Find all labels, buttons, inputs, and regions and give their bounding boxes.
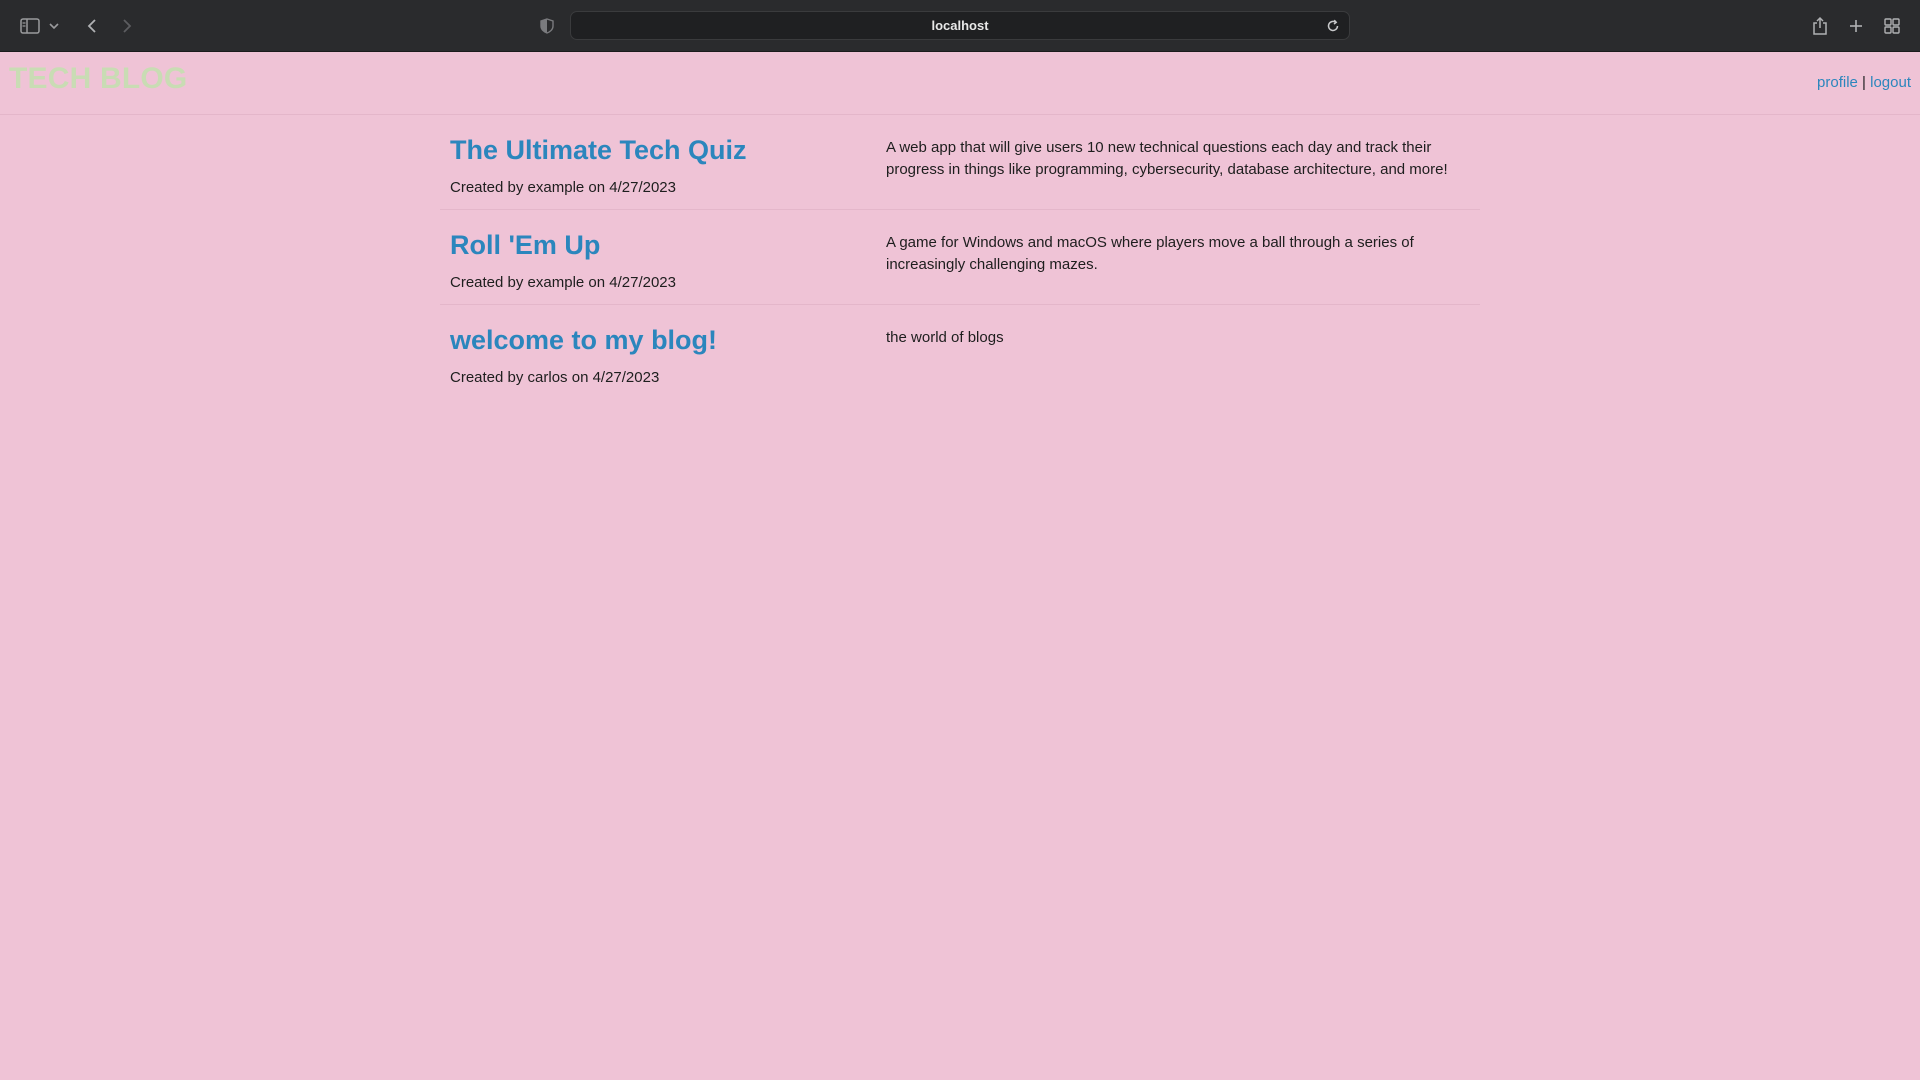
shield-icon[interactable] xyxy=(535,14,559,38)
post-title[interactable]: welcome to my blog! xyxy=(450,325,717,356)
chevron-down-icon[interactable] xyxy=(47,14,61,38)
nav-separator: | xyxy=(1862,74,1866,91)
post-description: A web app that will give users 10 new te… xyxy=(886,139,1448,178)
browser-toolbar: localhost xyxy=(0,0,1920,52)
share-icon[interactable] xyxy=(1808,14,1832,38)
post-title[interactable]: The Ultimate Tech Quiz xyxy=(450,135,747,166)
logout-link[interactable]: logout xyxy=(1870,74,1911,91)
new-tab-icon[interactable] xyxy=(1844,14,1868,38)
site-logo[interactable]: TECH BLOG xyxy=(9,62,187,96)
reload-icon[interactable] xyxy=(1323,16,1343,36)
post-meta: Created by example on 4/27/2023 xyxy=(450,274,676,291)
post-item: Roll 'Em Up Created by example on 4/27/2… xyxy=(440,210,1480,305)
profile-link[interactable]: profile xyxy=(1817,74,1858,91)
tab-overview-icon[interactable] xyxy=(1880,14,1904,38)
header-nav: profile | logout xyxy=(1817,74,1911,91)
address-bar[interactable]: localhost xyxy=(570,11,1350,40)
post-item: The Ultimate Tech Quiz Created by exampl… xyxy=(440,115,1480,210)
post-meta: Created by example on 4/27/2023 xyxy=(450,179,676,196)
forward-icon[interactable] xyxy=(115,14,139,38)
site-header: TECH BLOG profile | logout xyxy=(0,52,1920,115)
post-meta: Created by carlos on 4/27/2023 xyxy=(450,369,660,386)
post-description: A game for Windows and macOS where playe… xyxy=(886,234,1414,273)
back-icon[interactable] xyxy=(80,14,104,38)
post-list: The Ultimate Tech Quiz Created by exampl… xyxy=(440,115,1480,400)
post-description: the world of blogs xyxy=(886,329,1004,346)
url-text: localhost xyxy=(931,18,989,33)
post-item: welcome to my blog! Created by carlos on… xyxy=(440,305,1480,400)
sidebar-icon[interactable] xyxy=(18,14,42,38)
post-title[interactable]: Roll 'Em Up xyxy=(450,230,600,261)
